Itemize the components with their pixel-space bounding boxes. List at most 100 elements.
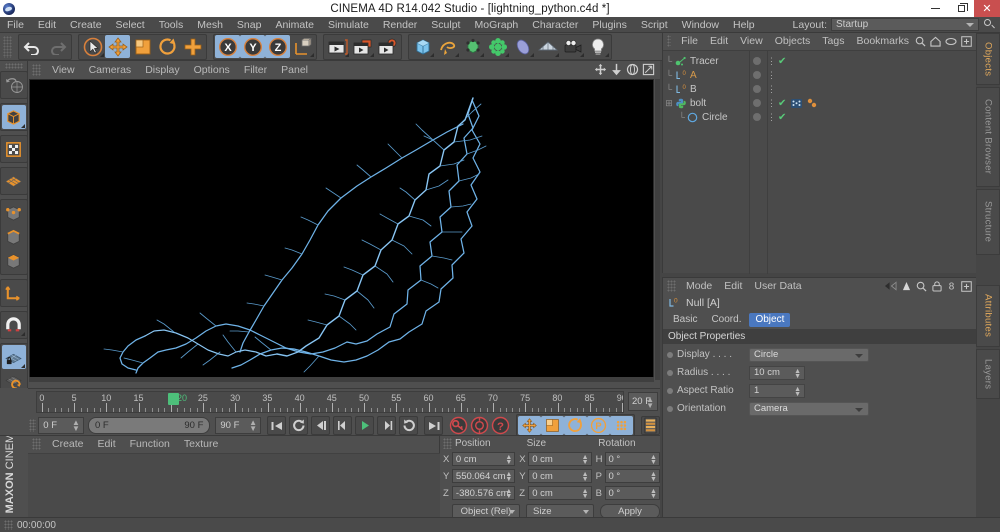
viewport-menu-cameras[interactable]: Cameras [82, 64, 139, 76]
vtab-layers[interactable]: Layers [976, 349, 1000, 399]
step-forward-icon[interactable] [377, 416, 397, 435]
visibility-dot[interactable] [753, 57, 761, 65]
menu-mesh[interactable]: Mesh [190, 17, 230, 33]
tab-basic[interactable]: Basic [667, 313, 703, 327]
y-axis-icon[interactable]: Y [240, 35, 265, 58]
spinner-icon[interactable]: ▲ ▼ [582, 471, 589, 483]
render-settings-icon[interactable] [375, 35, 400, 58]
search-icon[interactable] [916, 281, 927, 292]
object-menu-bookmarks[interactable]: Bookmarks [850, 35, 915, 47]
attributes-menu-edit[interactable]: Edit [718, 280, 748, 292]
minimize-button[interactable] [922, 0, 948, 17]
material-list[interactable] [28, 453, 440, 518]
position-key-icon[interactable] [518, 416, 542, 435]
menu-animate[interactable]: Animate [268, 17, 321, 33]
viewport-canvas[interactable] [29, 79, 654, 380]
visibility-dot[interactable] [753, 85, 761, 93]
plus-icon[interactable] [180, 35, 205, 58]
expand-collapse-icon[interactable]: ⊞ [663, 98, 675, 109]
menu-script[interactable]: Script [634, 17, 675, 33]
rotation-p-input[interactable]: 0 ° ▲ ▼ [604, 469, 660, 483]
object-row-a[interactable]: └ 0 A ⋮ [663, 68, 977, 82]
timeline-icon[interactable] [641, 416, 661, 435]
eye-icon[interactable] [945, 37, 957, 46]
tab-object[interactable]: Object [749, 312, 791, 327]
camera-icon[interactable] [560, 35, 585, 58]
visibility-toggles[interactable]: ⋮ [767, 70, 776, 79]
vtab-content-browser[interactable]: Content Browser [976, 87, 1000, 187]
spline-pen-icon[interactable] [435, 35, 460, 58]
spinner-icon[interactable]: ▲ ▼ [249, 419, 257, 433]
restore-button[interactable] [948, 0, 974, 17]
object-menu-view[interactable]: View [734, 35, 769, 47]
enabled-check-icon[interactable]: ✔ [778, 56, 786, 67]
visibility-toggles[interactable]: ⋮ [767, 98, 776, 107]
search-icon[interactable] [915, 36, 926, 47]
render-view-icon[interactable] [325, 35, 350, 58]
viewport-grip[interactable] [32, 63, 41, 76]
object-row-circle[interactable]: └ Circle ⋮ ✔ [663, 110, 977, 124]
fps-field[interactable]: 20 F ▲ ▼ [628, 392, 658, 411]
rotate-icon[interactable] [155, 35, 180, 58]
size-y-input[interactable]: 0 cm ▲ ▼ [528, 469, 592, 483]
viewport-menu-display[interactable]: Display [138, 64, 186, 76]
object-row-bolt[interactable]: ⊞ bolt ⋮ ✔ [663, 96, 977, 110]
redo-icon[interactable] [45, 35, 70, 58]
up-arrow-icon[interactable] [902, 281, 911, 292]
scene-floor-icon[interactable] [535, 35, 560, 58]
attributes-grip[interactable] [667, 280, 676, 292]
fullscreen-icon[interactable] [961, 35, 972, 47]
nurbs-icon[interactable] [460, 35, 485, 58]
spinner-icon[interactable]: ▲ ▼ [650, 471, 657, 483]
material-menu-edit[interactable]: Edit [91, 438, 123, 450]
display-dropdown[interactable]: Circle [749, 347, 869, 362]
layout-select[interactable]: Startup [831, 18, 979, 31]
spinner-icon[interactable]: ▲ ▼ [650, 488, 657, 500]
render-picture-viewer-icon[interactable] [350, 35, 375, 58]
cube-primitive-icon[interactable] [410, 35, 435, 58]
position-z-input[interactable]: -380.576 cm ▲ ▼ [451, 486, 516, 500]
play-back-icon[interactable] [311, 416, 331, 435]
spinner-icon[interactable]: ▲ ▼ [505, 471, 512, 483]
back-arrow-icon[interactable] [884, 281, 897, 291]
status-bar-grip[interactable] [4, 520, 13, 530]
material-menu-function[interactable]: Function [123, 438, 177, 450]
visibility-dot[interactable] [753, 113, 761, 121]
radius-input[interactable]: 10 cm ▲ ▼ [749, 365, 805, 380]
menu-file[interactable]: File [0, 17, 31, 33]
mograph-icon[interactable] [485, 35, 510, 58]
model-mode-icon[interactable] [1, 105, 26, 129]
spinner-icon[interactable]: ▲ ▼ [794, 386, 801, 398]
rotation-h-input[interactable]: 0 ° ▲ ▼ [604, 452, 660, 466]
magnet-icon[interactable] [2, 313, 26, 337]
pan-view-icon[interactable] [594, 63, 607, 76]
menu-character[interactable]: Character [525, 17, 585, 33]
position-x-input[interactable]: 0 cm ▲ ▼ [451, 452, 516, 466]
menu-help[interactable]: Help [726, 17, 762, 33]
vtab-objects[interactable]: Objects [976, 33, 1000, 85]
record-key-icon[interactable] [449, 416, 468, 435]
home-icon[interactable] [930, 36, 941, 47]
position-y-input[interactable]: 550.064 cm ▲ ▼ [451, 469, 516, 483]
menu-edit[interactable]: Edit [31, 17, 63, 33]
sweep-tag-icon[interactable] [806, 98, 818, 109]
current-frame-field[interactable]: 0 F ▲ ▼ [38, 417, 84, 434]
enabled-check-icon[interactable]: ✔ [778, 112, 786, 123]
parameter-key-icon[interactable]: P [587, 416, 611, 435]
object-menu-edit[interactable]: Edit [704, 35, 734, 47]
rotate-view-icon[interactable] [626, 63, 639, 76]
autokey-icon[interactable] [399, 416, 419, 435]
spinner-icon[interactable]: ▲ ▼ [505, 454, 512, 466]
deformer-icon[interactable] [510, 35, 535, 58]
tab-coord[interactable]: Coord. [705, 313, 747, 327]
enabled-check-icon[interactable]: ✔ [778, 98, 786, 109]
scale-key-icon[interactable] [541, 416, 565, 435]
lock-workplane-icon[interactable] [1, 345, 26, 369]
undo-redo-view-icon[interactable] [2, 73, 26, 97]
timeline-ruler[interactable]: 051015202530354045505560657075808590 20 [36, 391, 624, 413]
viewport-menu-view[interactable]: View [45, 64, 82, 76]
keyframe-selection-icon[interactable]: ? [491, 416, 510, 435]
spinner-icon[interactable]: ▲ ▼ [582, 488, 589, 500]
preview-range-bar[interactable]: 0 F 90 F [87, 417, 211, 434]
go-to-start-icon[interactable] [267, 416, 287, 435]
